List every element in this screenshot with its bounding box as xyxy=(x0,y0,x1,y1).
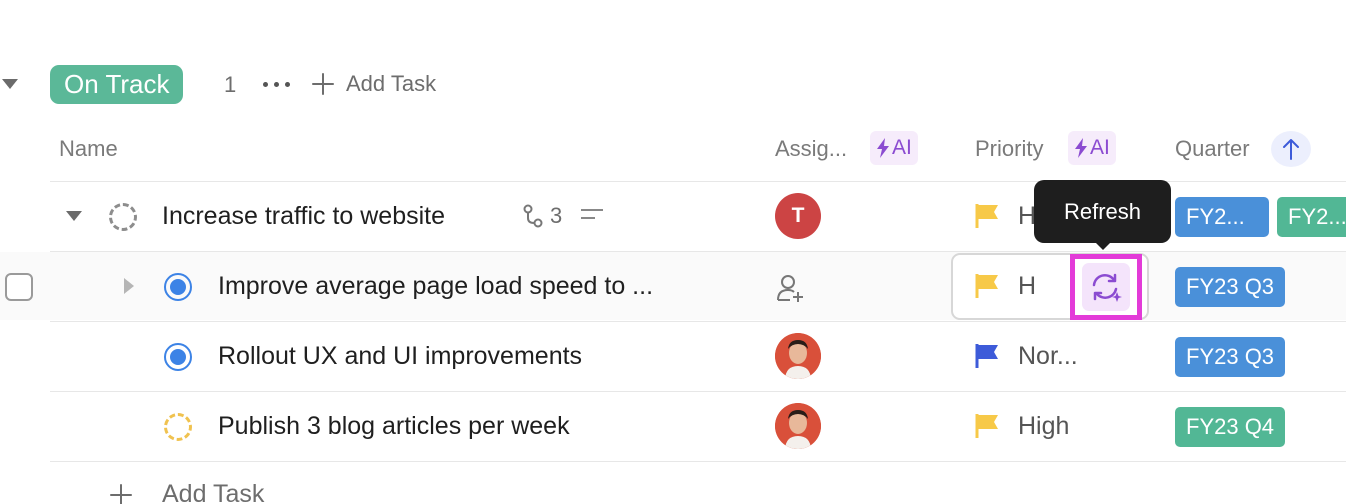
group-task-count: 1 xyxy=(224,72,237,97)
quarter-tag[interactable]: FY23 Q3 xyxy=(1175,267,1286,307)
collapse-group-caret-icon[interactable] xyxy=(2,79,18,89)
task-name[interactable]: Publish 3 blog articles per week xyxy=(218,411,570,441)
column-header-name[interactable]: Name xyxy=(59,136,118,162)
status-group-pill[interactable]: On Track xyxy=(50,65,184,104)
status-todo-icon[interactable] xyxy=(164,413,192,441)
quarter-tag[interactable]: FY2... xyxy=(1277,197,1346,237)
plus-icon xyxy=(312,73,334,95)
assignee-ai-button[interactable]: AI xyxy=(870,131,918,165)
task-name[interactable]: Increase traffic to website xyxy=(162,201,445,231)
person-photo-icon xyxy=(775,403,821,449)
expand-caret-icon[interactable] xyxy=(124,278,134,294)
flag-high-icon[interactable] xyxy=(974,272,1002,300)
more-options-icon[interactable] xyxy=(263,82,291,88)
divider xyxy=(50,391,1346,392)
status-in-progress-icon[interactable] xyxy=(109,203,137,231)
status-complete-icon[interactable] xyxy=(164,343,192,371)
lightning-icon xyxy=(1075,138,1087,158)
task-name[interactable]: Rollout UX and UI improvements xyxy=(218,341,582,371)
row-select-checkbox[interactable] xyxy=(5,273,33,301)
subtask-icon xyxy=(523,204,543,228)
arrow-up-icon xyxy=(1283,139,1299,160)
add-task-button-bottom[interactable]: Add Task xyxy=(110,480,264,504)
column-header-priority[interactable]: Priority xyxy=(975,136,1043,162)
person-photo-icon xyxy=(775,333,821,379)
assignee-avatar[interactable]: T xyxy=(775,193,821,239)
divider xyxy=(50,461,1346,462)
priority-value[interactable]: H xyxy=(1018,271,1036,301)
lightning-icon xyxy=(877,138,889,158)
flag-high-icon[interactable] xyxy=(974,202,1002,230)
expand-subtasks-caret-icon[interactable] xyxy=(66,211,82,221)
assignee-avatar[interactable] xyxy=(775,333,821,379)
assignee-avatar[interactable] xyxy=(775,403,821,449)
priority-ai-button[interactable]: AI xyxy=(1068,131,1116,165)
quarter-tag[interactable]: FY23 Q3 xyxy=(1175,337,1286,377)
subtask-count[interactable]: 3 xyxy=(522,203,562,229)
divider xyxy=(50,321,1346,322)
flag-normal-icon[interactable] xyxy=(974,342,1002,370)
quarter-tag[interactable]: FY2... xyxy=(1175,197,1269,237)
refresh-sparkle-icon xyxy=(1092,273,1122,302)
column-header-quarter[interactable]: Quarter xyxy=(1175,136,1250,162)
status-complete-icon[interactable] xyxy=(164,273,192,301)
priority-value[interactable]: Nor... xyxy=(1018,341,1078,371)
subtask-count-value: 3 xyxy=(550,203,563,228)
tooltip-arrow xyxy=(1094,241,1112,250)
description-icon xyxy=(581,209,603,219)
ai-label: AI xyxy=(892,136,912,159)
add-assignee-icon[interactable] xyxy=(776,273,806,303)
quarter-tag[interactable]: FY23 Q4 xyxy=(1175,407,1286,447)
refresh-tooltip: Refresh xyxy=(1034,180,1171,243)
plus-icon xyxy=(110,483,132,504)
add-task-button-top[interactable]: Add Task xyxy=(312,70,436,98)
column-header-assignee[interactable]: Assig... xyxy=(775,136,847,162)
add-task-label: Add Task xyxy=(162,480,265,504)
ai-label: AI xyxy=(1090,136,1110,159)
refresh-ai-button[interactable] xyxy=(1070,254,1142,320)
priority-value[interactable]: High xyxy=(1018,411,1069,441)
task-name[interactable]: Improve average page load speed to ... xyxy=(218,271,653,301)
sort-ascending-button[interactable] xyxy=(1271,131,1311,167)
flag-high-icon[interactable] xyxy=(974,412,1002,440)
add-task-label: Add Task xyxy=(346,71,437,96)
